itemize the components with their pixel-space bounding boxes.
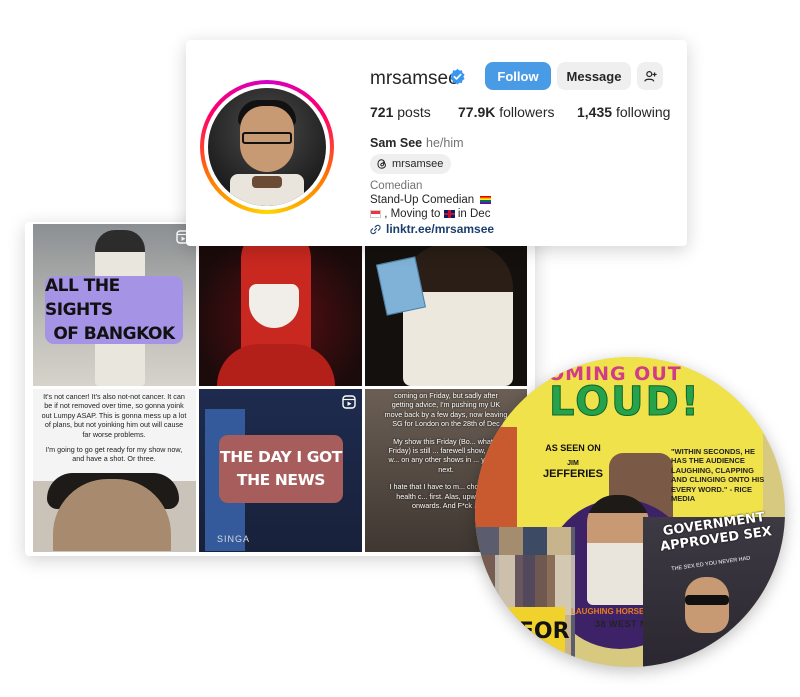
bio-line: , Moving to in Dec: [370, 208, 490, 220]
singapore-flag-icon: [370, 209, 381, 218]
uk-flag-icon: [443, 209, 455, 218]
post-overlay-title: ALL THE SIGHTS OF BANGKOK: [45, 276, 183, 344]
rainbow-flag-icon: [480, 195, 492, 204]
stat-label: posts: [397, 104, 431, 120]
post-overlay-title: THE DAY I GOT THE NEWS: [219, 435, 343, 503]
avatar-detail: [252, 176, 282, 188]
bio-link[interactable]: linktr.ee/mrsamsee: [370, 222, 494, 236]
verified-badge-icon: [450, 68, 465, 85]
overlay-line: OF BANGKOK: [53, 324, 175, 344]
post-tile-bangkok[interactable]: ALL THE SIGHTS OF BANGKOK: [33, 224, 196, 386]
avatar[interactable]: [208, 88, 326, 206]
stat-label: following: [615, 104, 671, 120]
bio-text: , Moving to: [384, 208, 441, 220]
profile-header-card: mrsamsee Follow Message 721 posts 77.9K …: [186, 40, 687, 246]
poster-quote: "WITHIN SECONDS, HE HAS THE AUDIENCE LAU…: [671, 447, 765, 504]
profile-category: Comedian: [370, 180, 423, 192]
profile-pronouns: he/him: [426, 136, 464, 150]
profile-username: mrsamsee: [370, 68, 459, 89]
following-link[interactable]: 1,435 following: [577, 104, 670, 120]
avatar-border: [204, 84, 330, 210]
post-caption-overlay: It's not cancer! It's also not-not cance…: [41, 392, 187, 464]
poster-text: I FOR: [503, 619, 570, 644]
suggest-users-button[interactable]: [637, 62, 663, 90]
threads-icon: [377, 159, 386, 169]
poster-photo: [685, 577, 729, 633]
poster-photo: [587, 495, 649, 605]
followers-link[interactable]: 77.9K followers: [458, 104, 555, 120]
add-person-icon: [643, 70, 657, 82]
stat-value: 721: [370, 104, 394, 120]
avatar-detail: [242, 132, 292, 144]
link-text: linktr.ee/mrsamsee: [386, 222, 495, 236]
follow-button[interactable]: Follow: [485, 62, 551, 90]
stat-label: followers: [499, 104, 555, 120]
message-button[interactable]: Message: [557, 62, 631, 90]
reel-icon: [342, 395, 356, 409]
posts-grid: ALL THE SIGHTS OF BANGKOK It's not cance…: [33, 224, 527, 552]
poster-text: AS SEEN ON: [545, 443, 601, 453]
post-tile-statue[interactable]: [199, 224, 362, 386]
poster-collage: [475, 555, 575, 615]
post-tile-news[interactable]: THE DAY I GOT THE NEWS SINGA: [199, 389, 362, 552]
sign-text: SINGA: [217, 534, 251, 544]
post-tile-selfie[interactable]: It's not cancer! It's also not-not cance…: [33, 389, 196, 552]
stat-value: 1,435: [577, 104, 613, 120]
posts-count: 721 posts: [370, 104, 431, 120]
overlay-line: THE DAY I GOT: [220, 448, 342, 466]
poster-text: JEFFERIES: [543, 468, 603, 480]
poster-photo-circle: COMING OUT LOUD! AS SEEN ON JIM JEFFERIE…: [475, 357, 785, 667]
caption-paragraph: It's not cancer! It's also not-not cance…: [41, 392, 187, 439]
post-photo: [403, 244, 513, 386]
threads-handle: mrsamsee: [392, 158, 444, 170]
post-photo-detail: [217, 344, 335, 386]
threads-badge[interactable]: mrsamsee: [370, 154, 452, 174]
stat-value: 77.9K: [458, 104, 496, 120]
bio-text: Stand-Up Comedian: [370, 194, 475, 206]
poster-as-seen-on: AS SEEN ON JIM JEFFERIES: [539, 443, 607, 480]
caption-paragraph: I'm going to go get ready for my show no…: [45, 445, 183, 464]
profile-full-name: Sam See: [370, 136, 423, 150]
poster-detail: [685, 595, 729, 605]
story-ring[interactable]: [200, 80, 334, 214]
profile-stats: 721 posts 77.9K followers 1,435 followin…: [370, 104, 670, 122]
caption-paragraph: coming on Friday, but sadly after gettin…: [384, 391, 508, 429]
overlay-line: ALL THE SIGHTS: [45, 276, 120, 320]
bio-text: in Dec: [457, 208, 491, 220]
posts-grid-card: ALL THE SIGHTS OF BANGKOK It's not cance…: [25, 222, 535, 556]
poster-headline: LOUD!: [549, 379, 701, 426]
bio-line: Stand-Up Comedian: [370, 194, 492, 206]
overlay-line: THE NEWS: [236, 471, 326, 489]
link-icon: [370, 224, 381, 234]
